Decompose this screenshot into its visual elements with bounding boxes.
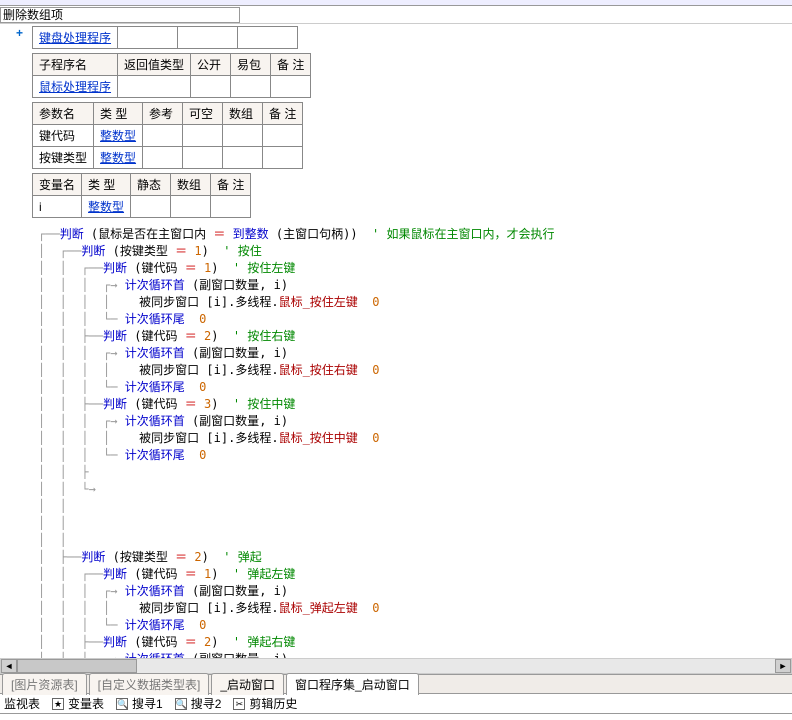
table-row[interactable]: 键代码 整数型	[33, 125, 303, 147]
code-tree[interactable]: ┌──判断 (鼠标是否在主窗口内 ＝ 到整数 (主窗口句柄)) ' 如果鼠标在主…	[32, 222, 792, 660]
clip-history-button[interactable]: ✂剪辑历史	[233, 695, 297, 712]
search1-button[interactable]: 🔍搜寻1	[116, 695, 163, 712]
table-header-row: 变量名 类 型 静态 数组 备 注	[33, 174, 251, 196]
table-row[interactable]: 按键类型 整数型	[33, 147, 303, 169]
vars-table[interactable]: 变量名 类 型 静态 数组 备 注 i 整数型	[32, 173, 251, 218]
scroll-track[interactable]	[17, 659, 775, 673]
table-header-row: 子程序名 返回值类型 公开 易包 备 注	[33, 54, 311, 76]
expand-plus-icon[interactable]: +	[8, 26, 31, 40]
table-row[interactable]: i 整数型	[33, 196, 251, 218]
code-editor-main[interactable]: + 键盘处理程序 子程序名 返回值类型 公开 易包 备 注 鼠标处理程序 参数名…	[0, 24, 792, 660]
vars-panel-button[interactable]: ★变量表	[52, 695, 104, 712]
bottom-toolbar: 监视表 ★变量表 🔍搜寻1 🔍搜寻2 ✂剪辑历史	[0, 694, 792, 714]
search-icon: 🔍	[116, 698, 128, 710]
subproc-table[interactable]: 子程序名 返回值类型 公开 易包 备 注 鼠标处理程序	[32, 53, 311, 98]
formula-input[interactable]	[0, 7, 240, 23]
scroll-right-icon[interactable]: ►	[775, 659, 791, 673]
watch-panel-button[interactable]: 监视表	[4, 695, 40, 712]
params-table[interactable]: 参数名 类 型 参考 可空 数组 备 注 键代码 整数型 按键类型 整数型	[32, 102, 303, 169]
scroll-left-icon[interactable]: ◄	[1, 659, 17, 673]
formula-input-bar	[0, 6, 792, 24]
tab-image-resources[interactable]: [图片资源表]	[2, 673, 87, 695]
scissors-icon: ✂	[233, 698, 245, 710]
table-row[interactable]: 鼠标处理程序	[33, 76, 311, 98]
tab-custom-types[interactable]: [自定义数据类型表]	[89, 673, 210, 695]
search-icon: 🔍	[175, 698, 187, 710]
tab-startup-window[interactable]: _启动窗口	[211, 673, 284, 695]
table-header-row: 参数名 类 型 参考 可空 数组 备 注	[33, 103, 303, 125]
tab-window-procset[interactable]: 窗口程序集_启动窗口	[286, 673, 419, 695]
scroll-thumb[interactable]	[17, 659, 137, 673]
horizontal-scrollbar[interactable]: ◄ ►	[0, 658, 792, 674]
bottom-tabs: [图片资源表] [自定义数据类型表] _启动窗口 窗口程序集_启动窗口	[0, 674, 792, 694]
proc-name-cell[interactable]: 键盘处理程序	[33, 27, 118, 49]
star-icon: ★	[52, 698, 64, 710]
proc-name-table[interactable]: 键盘处理程序	[32, 26, 298, 49]
search2-button[interactable]: 🔍搜寻2	[175, 695, 222, 712]
